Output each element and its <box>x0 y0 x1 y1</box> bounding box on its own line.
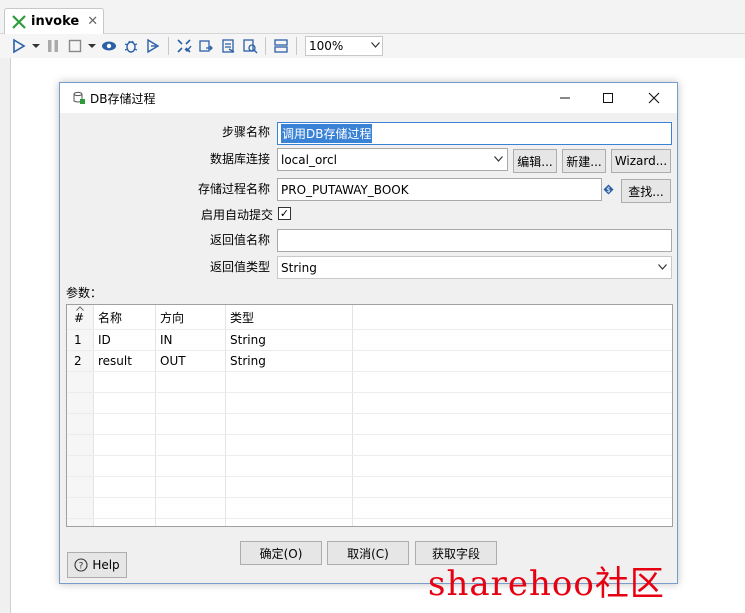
row-divider <box>67 371 672 372</box>
return-type-select[interactable]: String <box>277 256 672 279</box>
transformation-icon <box>12 14 26 29</box>
maximize-button[interactable] <box>585 83 631 113</box>
table-cell-type[interactable]: String <box>230 330 266 350</box>
column-divider <box>225 305 226 526</box>
minimize-button[interactable] <box>542 83 588 113</box>
variable-icon[interactable]: $ <box>603 184 614 195</box>
row-divider <box>67 350 672 351</box>
db-procedure-dialog: DB存储过程 步骤名称 调用DB存储过程 数据库连接 local_orcl 编辑… <box>59 82 678 584</box>
row-divider <box>67 476 672 477</box>
procedure-name-input[interactable]: PRO_PUTAWAY_BOOK <box>277 178 602 201</box>
dialog-title: DB存储过程 <box>90 91 156 106</box>
table-cell-name[interactable]: ID <box>98 330 111 350</box>
stop-icon[interactable] <box>64 36 86 56</box>
db-procedure-icon <box>73 91 85 104</box>
params-table[interactable]: # 名称 方向 类型 1 ID IN String 2 result OUT S… <box>66 304 673 527</box>
debug-icon[interactable] <box>120 36 142 56</box>
editor-tab-label: invoke <box>31 14 80 29</box>
toolbar-separator <box>168 37 169 55</box>
close-button[interactable] <box>631 83 677 113</box>
editor-toolbar: 100% <box>0 34 745 58</box>
header-name[interactable]: 名称 <box>98 308 122 328</box>
header-type[interactable]: 类型 <box>230 308 254 328</box>
step-name-input[interactable]: 调用DB存储过程 <box>277 122 672 145</box>
auto-commit-checkbox[interactable]: ✓ <box>278 207 291 220</box>
new-connection-button[interactable]: 新建... <box>562 149 606 173</box>
impact-icon[interactable] <box>195 36 217 56</box>
procedure-name-value: PRO_PUTAWAY_BOOK <box>281 182 409 197</box>
row-divider <box>67 497 672 498</box>
help-button[interactable]: ? Help <box>67 552 127 578</box>
chevron-down-icon <box>494 154 503 165</box>
auto-commit-label: 启用自动提交 <box>200 208 273 222</box>
table-cell-name[interactable]: result <box>98 351 132 371</box>
close-tab-icon[interactable]: ✕ <box>87 14 98 29</box>
run-icon[interactable] <box>8 36 30 56</box>
step-name-label: 步骤名称 <box>221 125 270 139</box>
row-divider <box>67 455 672 456</box>
return-name-input[interactable] <box>277 229 672 252</box>
table-row-index: 2 <box>74 354 82 368</box>
table-cell-direction[interactable]: IN <box>160 330 173 350</box>
help-label: Help <box>92 558 120 572</box>
help-icon: ? <box>74 558 88 572</box>
watermark: sharehoo社区 <box>428 564 665 604</box>
preview-icon[interactable] <box>98 36 120 56</box>
header-index[interactable]: # <box>74 308 84 328</box>
wizard-button[interactable]: Wizard... <box>611 149 671 173</box>
toolbar-separator <box>265 37 266 55</box>
run-dropdown-icon[interactable] <box>30 36 42 56</box>
find-procedure-button[interactable]: 查找... <box>621 179 671 203</box>
row-divider <box>67 329 672 330</box>
explore-db-icon[interactable] <box>239 36 261 56</box>
toolbar-separator <box>296 37 297 55</box>
sql-icon[interactable] <box>217 36 239 56</box>
svg-text:?: ? <box>79 562 84 572</box>
chevron-down-icon <box>658 262 667 273</box>
table-row-index: 1 <box>74 333 82 347</box>
step-name-value: 调用DB存储过程 <box>281 124 373 143</box>
editor-tabbar: invoke ✕ <box>0 0 745 34</box>
stop-dropdown-icon[interactable] <box>86 36 98 56</box>
row-divider <box>67 434 672 435</box>
return-name-label: 返回值名称 <box>209 233 270 247</box>
connection-value: local_orcl <box>281 152 337 167</box>
verify-icon[interactable] <box>173 36 195 56</box>
table-cell-direction[interactable]: OUT <box>160 351 186 371</box>
replay-icon[interactable] <box>142 36 164 56</box>
edit-connection-button[interactable]: 编辑... <box>513 149 557 173</box>
ok-button[interactable]: 确定(O) <box>240 541 322 565</box>
editor-tab-invoke[interactable]: invoke ✕ <box>4 8 104 34</box>
column-divider <box>93 305 94 526</box>
cancel-button[interactable]: 取消(C) <box>327 541 409 565</box>
column-divider <box>155 305 156 526</box>
row-divider <box>67 392 672 393</box>
dialog-titlebar[interactable]: DB存储过程 <box>60 83 677 113</box>
table-cell-type[interactable]: String <box>230 351 266 371</box>
row-divider <box>67 518 672 519</box>
zoom-select[interactable]: 100% <box>305 36 383 56</box>
params-label: 参数： <box>66 286 103 300</box>
zoom-value: 100% <box>309 39 344 53</box>
connection-select[interactable]: local_orcl <box>277 148 508 171</box>
return-type-label: 返回值类型 <box>209 260 270 274</box>
row-divider <box>67 413 672 414</box>
pause-icon[interactable] <box>42 36 64 56</box>
procedure-name-label: 存储过程名称 <box>197 182 270 196</box>
chevron-down-icon <box>368 41 382 51</box>
svg-text:$: $ <box>606 186 610 194</box>
connection-label: 数据库连接 <box>209 152 270 166</box>
layout-icon[interactable] <box>270 36 292 56</box>
column-divider <box>352 305 353 526</box>
return-type-value: String <box>281 260 317 275</box>
header-direction[interactable]: 方向 <box>160 308 184 328</box>
